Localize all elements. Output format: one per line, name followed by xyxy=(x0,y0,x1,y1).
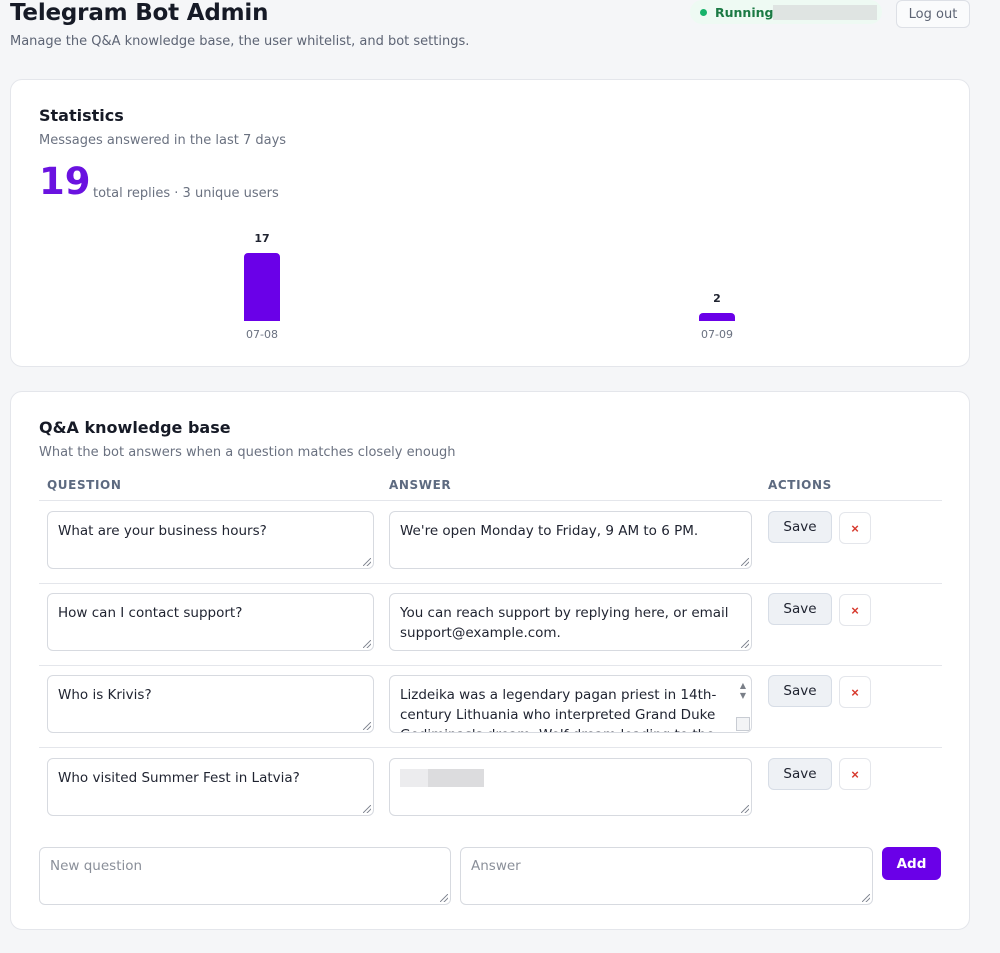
answer-field[interactable]: We're open Monday to Friday, 9 AM to 6 P… xyxy=(389,511,752,569)
statistics-subtitle: Messages answered in the last 7 days xyxy=(39,133,287,148)
header-divider xyxy=(39,500,942,501)
question-field[interactable]: What are your business hours? xyxy=(47,511,374,569)
resize-grip-icon[interactable] xyxy=(363,640,371,648)
column-header-actions: ACTIONS xyxy=(768,478,832,492)
textarea-resize-handle[interactable] xyxy=(736,717,750,731)
textarea-scroll-arrows[interactable]: ▲ ▼ xyxy=(738,681,748,701)
resize-grip-icon[interactable] xyxy=(440,894,448,902)
answer-redacted xyxy=(428,769,484,787)
status-redacted xyxy=(773,4,878,20)
add-button[interactable]: Add xyxy=(882,847,941,880)
page-title: Telegram Bot Admin xyxy=(10,0,269,26)
chart-bar-value: 17 xyxy=(254,232,270,245)
question-field[interactable]: How can I contact support? xyxy=(47,593,374,651)
total-replies-caption: total replies · 3 unique users xyxy=(93,186,279,201)
delete-button[interactable]: × xyxy=(839,512,871,544)
chart-bar-value: 2 xyxy=(713,292,721,305)
question-field[interactable]: Who visited Summer Fest in Latvia? xyxy=(47,758,374,816)
delete-button[interactable]: × xyxy=(839,676,871,708)
save-button[interactable]: Save xyxy=(768,593,832,625)
answer-field[interactable]: Lizdeika was a legendary pagan priest in… xyxy=(389,675,752,733)
column-header-answer: ANSWER xyxy=(389,478,452,492)
status-dot-icon xyxy=(700,8,707,16)
total-replies-number: 19 xyxy=(39,160,91,203)
admin-page: Telegram Bot Admin Manage the Q&A knowle… xyxy=(0,0,1000,953)
resize-grip-icon[interactable] xyxy=(363,722,371,730)
status-label: Running xyxy=(715,4,774,20)
statistics-title: Statistics xyxy=(39,106,124,125)
chart-x-label: 07-08 xyxy=(246,328,278,341)
answer-field[interactable]: You can reach support by replying here, … xyxy=(389,593,752,651)
delete-button[interactable]: × xyxy=(839,758,871,790)
answer-redacted xyxy=(400,769,428,787)
resize-grip-icon[interactable] xyxy=(741,558,749,566)
statistics-card: Statistics Messages answered in the last… xyxy=(10,79,970,367)
save-button[interactable]: Save xyxy=(768,511,832,543)
resize-grip-icon[interactable] xyxy=(363,558,371,566)
page-subtitle: Manage the Q&A knowledge base, the user … xyxy=(10,34,470,49)
column-header-question: QUESTION xyxy=(47,478,122,492)
qa-subtitle: What the bot answers when a question mat… xyxy=(39,445,456,460)
question-field[interactable]: Who is Krivis? xyxy=(47,675,374,733)
chart-x-label: 07-09 xyxy=(701,328,733,341)
status-badge: Running xyxy=(690,0,882,24)
save-button[interactable]: Save xyxy=(768,675,832,707)
row-divider xyxy=(39,747,942,748)
resize-grip-icon[interactable] xyxy=(862,894,870,902)
delete-button[interactable]: × xyxy=(839,594,871,626)
resize-grip-icon[interactable] xyxy=(363,805,371,813)
resize-grip-icon[interactable] xyxy=(741,640,749,648)
qa-title: Q&A knowledge base xyxy=(39,418,231,437)
answer-field[interactable] xyxy=(389,758,752,816)
new-question-input[interactable]: New question xyxy=(39,847,451,905)
row-divider xyxy=(39,665,942,666)
logout-button[interactable]: Log out xyxy=(896,0,970,28)
answer-text: Lizdeika was a legendary pagan priest in… xyxy=(400,687,717,732)
chart-bar xyxy=(244,253,280,321)
qa-card: Q&A knowledge base What the bot answers … xyxy=(10,391,970,930)
new-answer-input[interactable]: Answer xyxy=(460,847,873,905)
row-divider xyxy=(39,583,942,584)
chart-bar xyxy=(699,313,735,321)
save-button[interactable]: Save xyxy=(768,758,832,790)
resize-grip-icon[interactable] xyxy=(741,805,749,813)
